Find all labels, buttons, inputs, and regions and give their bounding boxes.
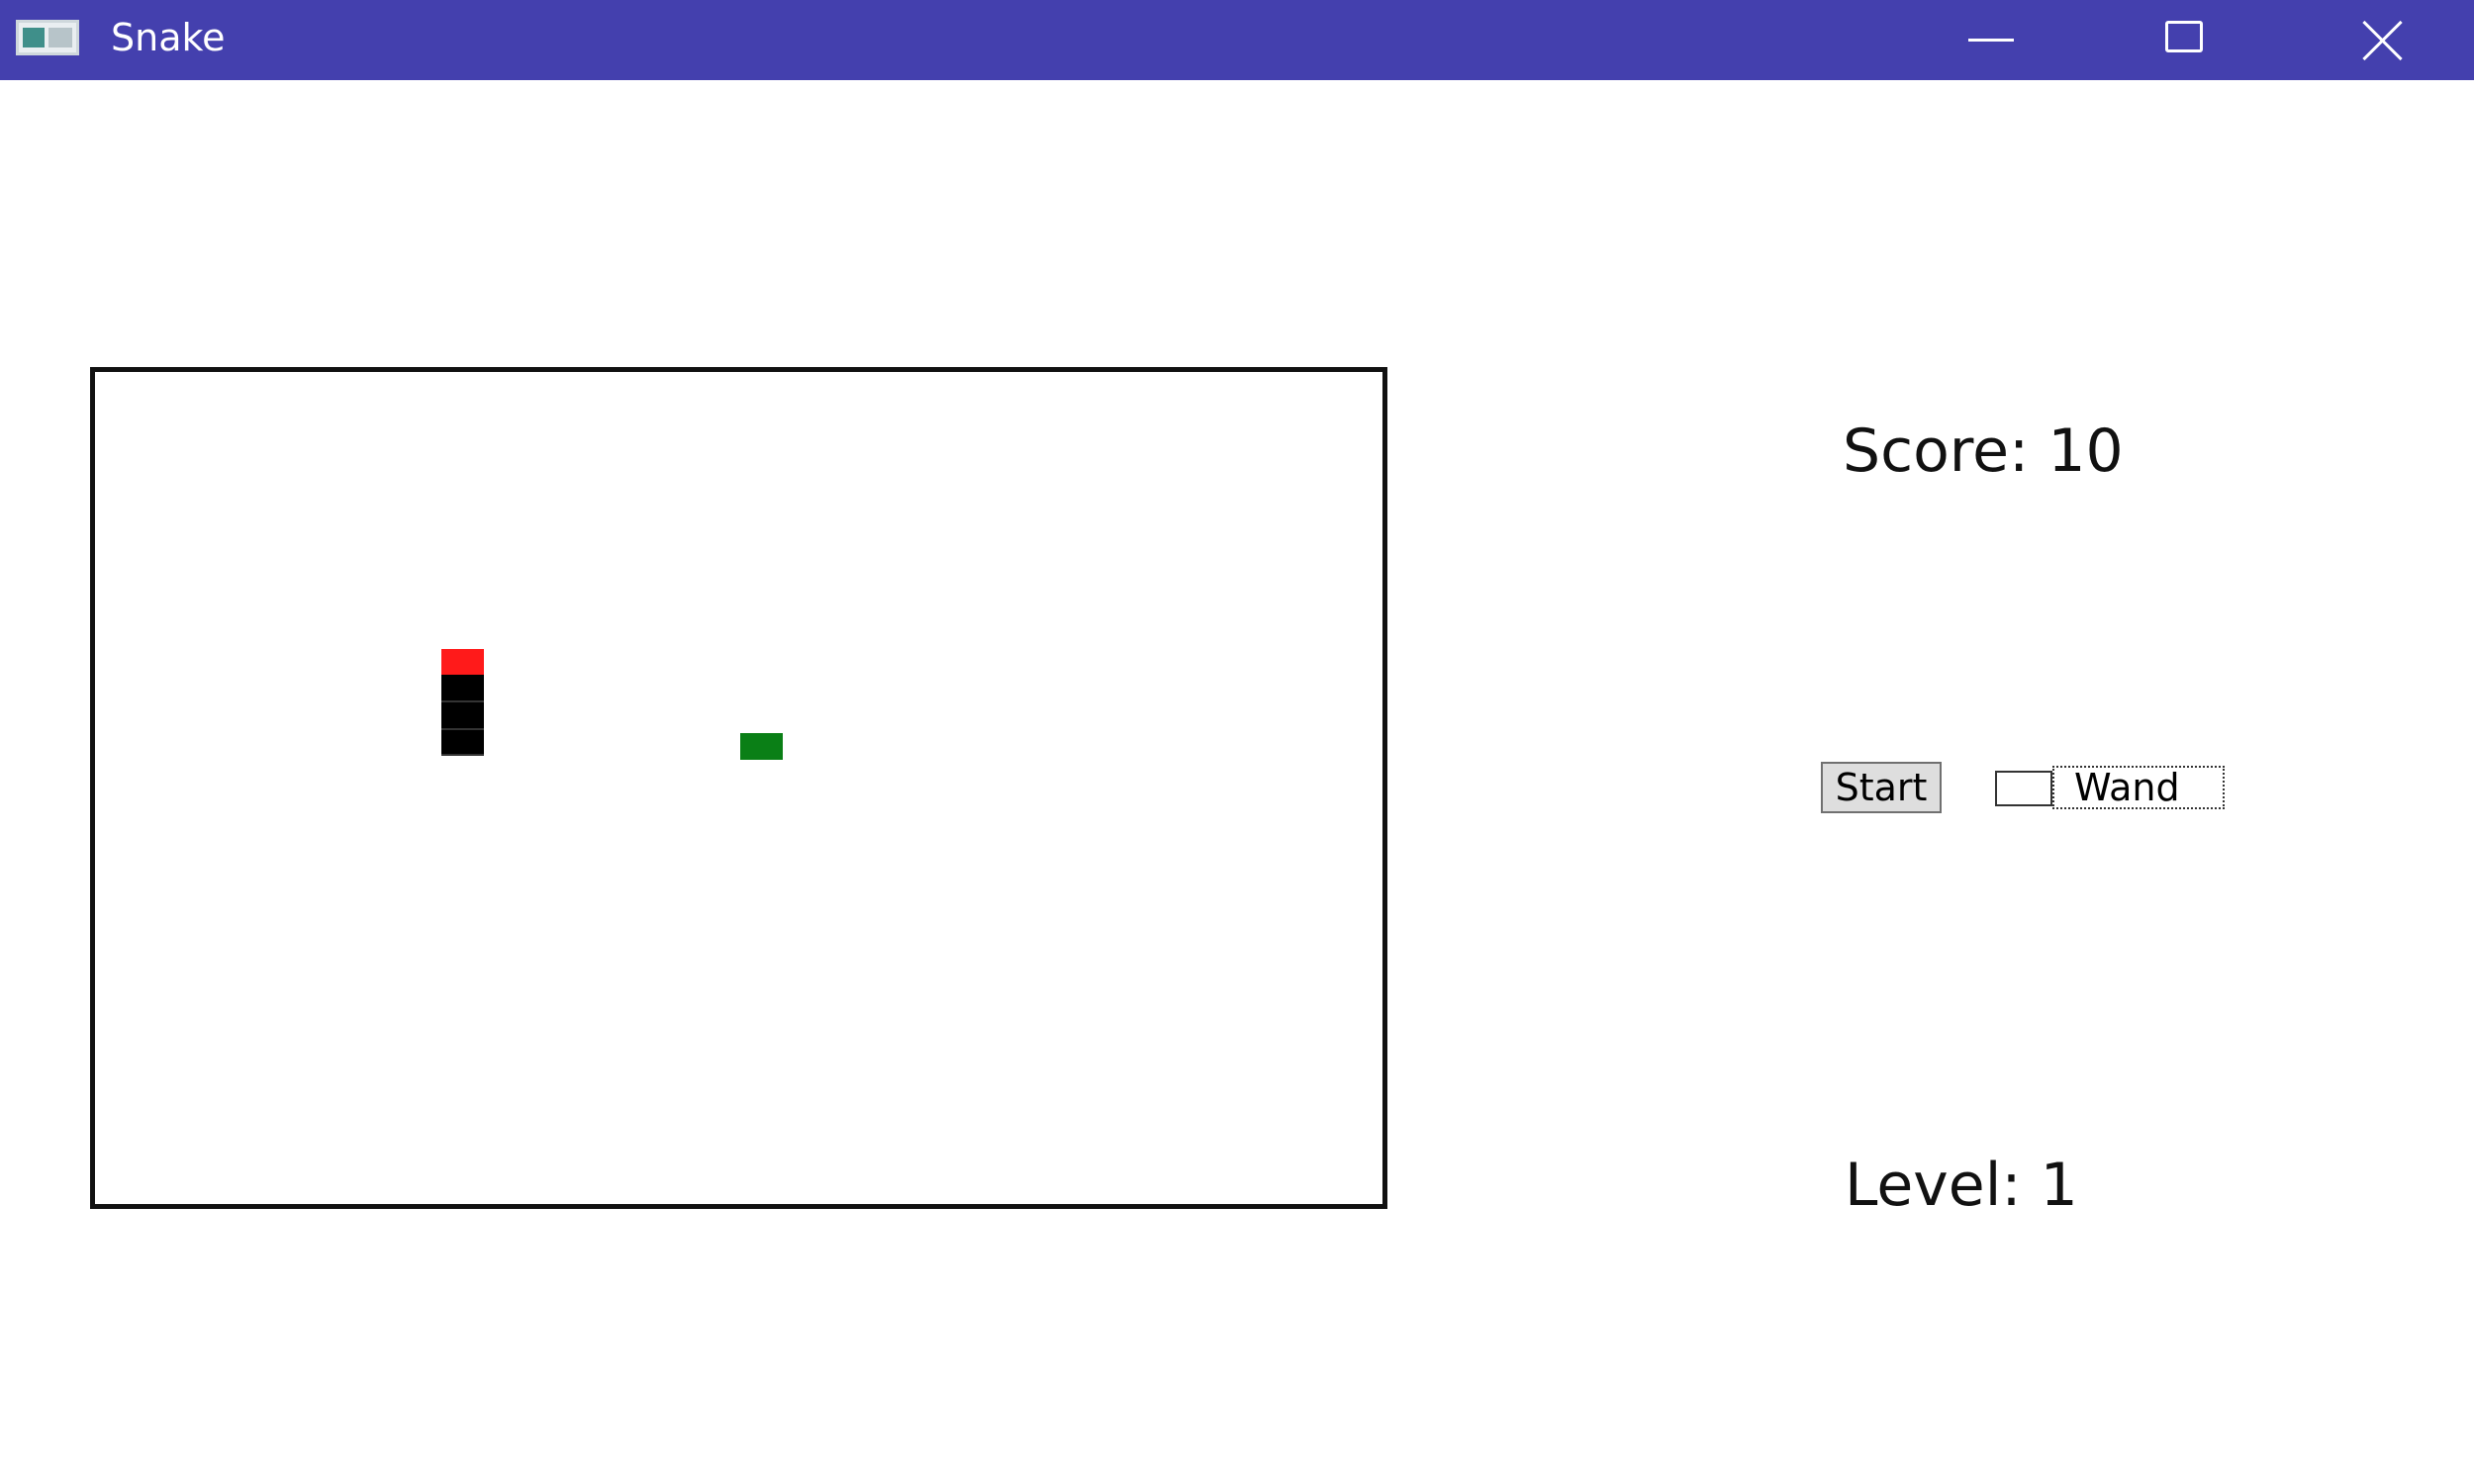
- snake-body-segment: [441, 675, 484, 702]
- score-label: Score: 10: [1843, 417, 2124, 486]
- window-title: Snake: [111, 16, 226, 59]
- game-board[interactable]: [90, 367, 1387, 1209]
- wand-checkbox-box[interactable]: [1995, 771, 2052, 806]
- food-pellet: [740, 733, 783, 760]
- snake-head: [441, 649, 484, 675]
- close-icon: [2359, 16, 2407, 63]
- app-window-icon: [16, 20, 79, 55]
- maximize-button[interactable]: [2090, 0, 2284, 80]
- snake-body-segment: [441, 702, 484, 730]
- title-bar[interactable]: Snake: [0, 0, 2474, 80]
- close-button[interactable]: [2284, 0, 2474, 80]
- app-window: Snake Score: 10 Start Wand Level: 1: [0, 0, 2474, 1484]
- wand-checkbox-label[interactable]: Wand: [2052, 766, 2225, 809]
- level-label: Level: 1: [1845, 1151, 2078, 1220]
- app-icon-right-pane: [48, 28, 72, 47]
- minimize-icon: [1968, 39, 2014, 42]
- snake-body-segment: [441, 730, 484, 756]
- minimize-button[interactable]: [1896, 0, 2090, 80]
- maximize-icon: [2165, 21, 2203, 52]
- app-icon-left-pane: [23, 28, 45, 47]
- start-button[interactable]: Start: [1821, 762, 1942, 813]
